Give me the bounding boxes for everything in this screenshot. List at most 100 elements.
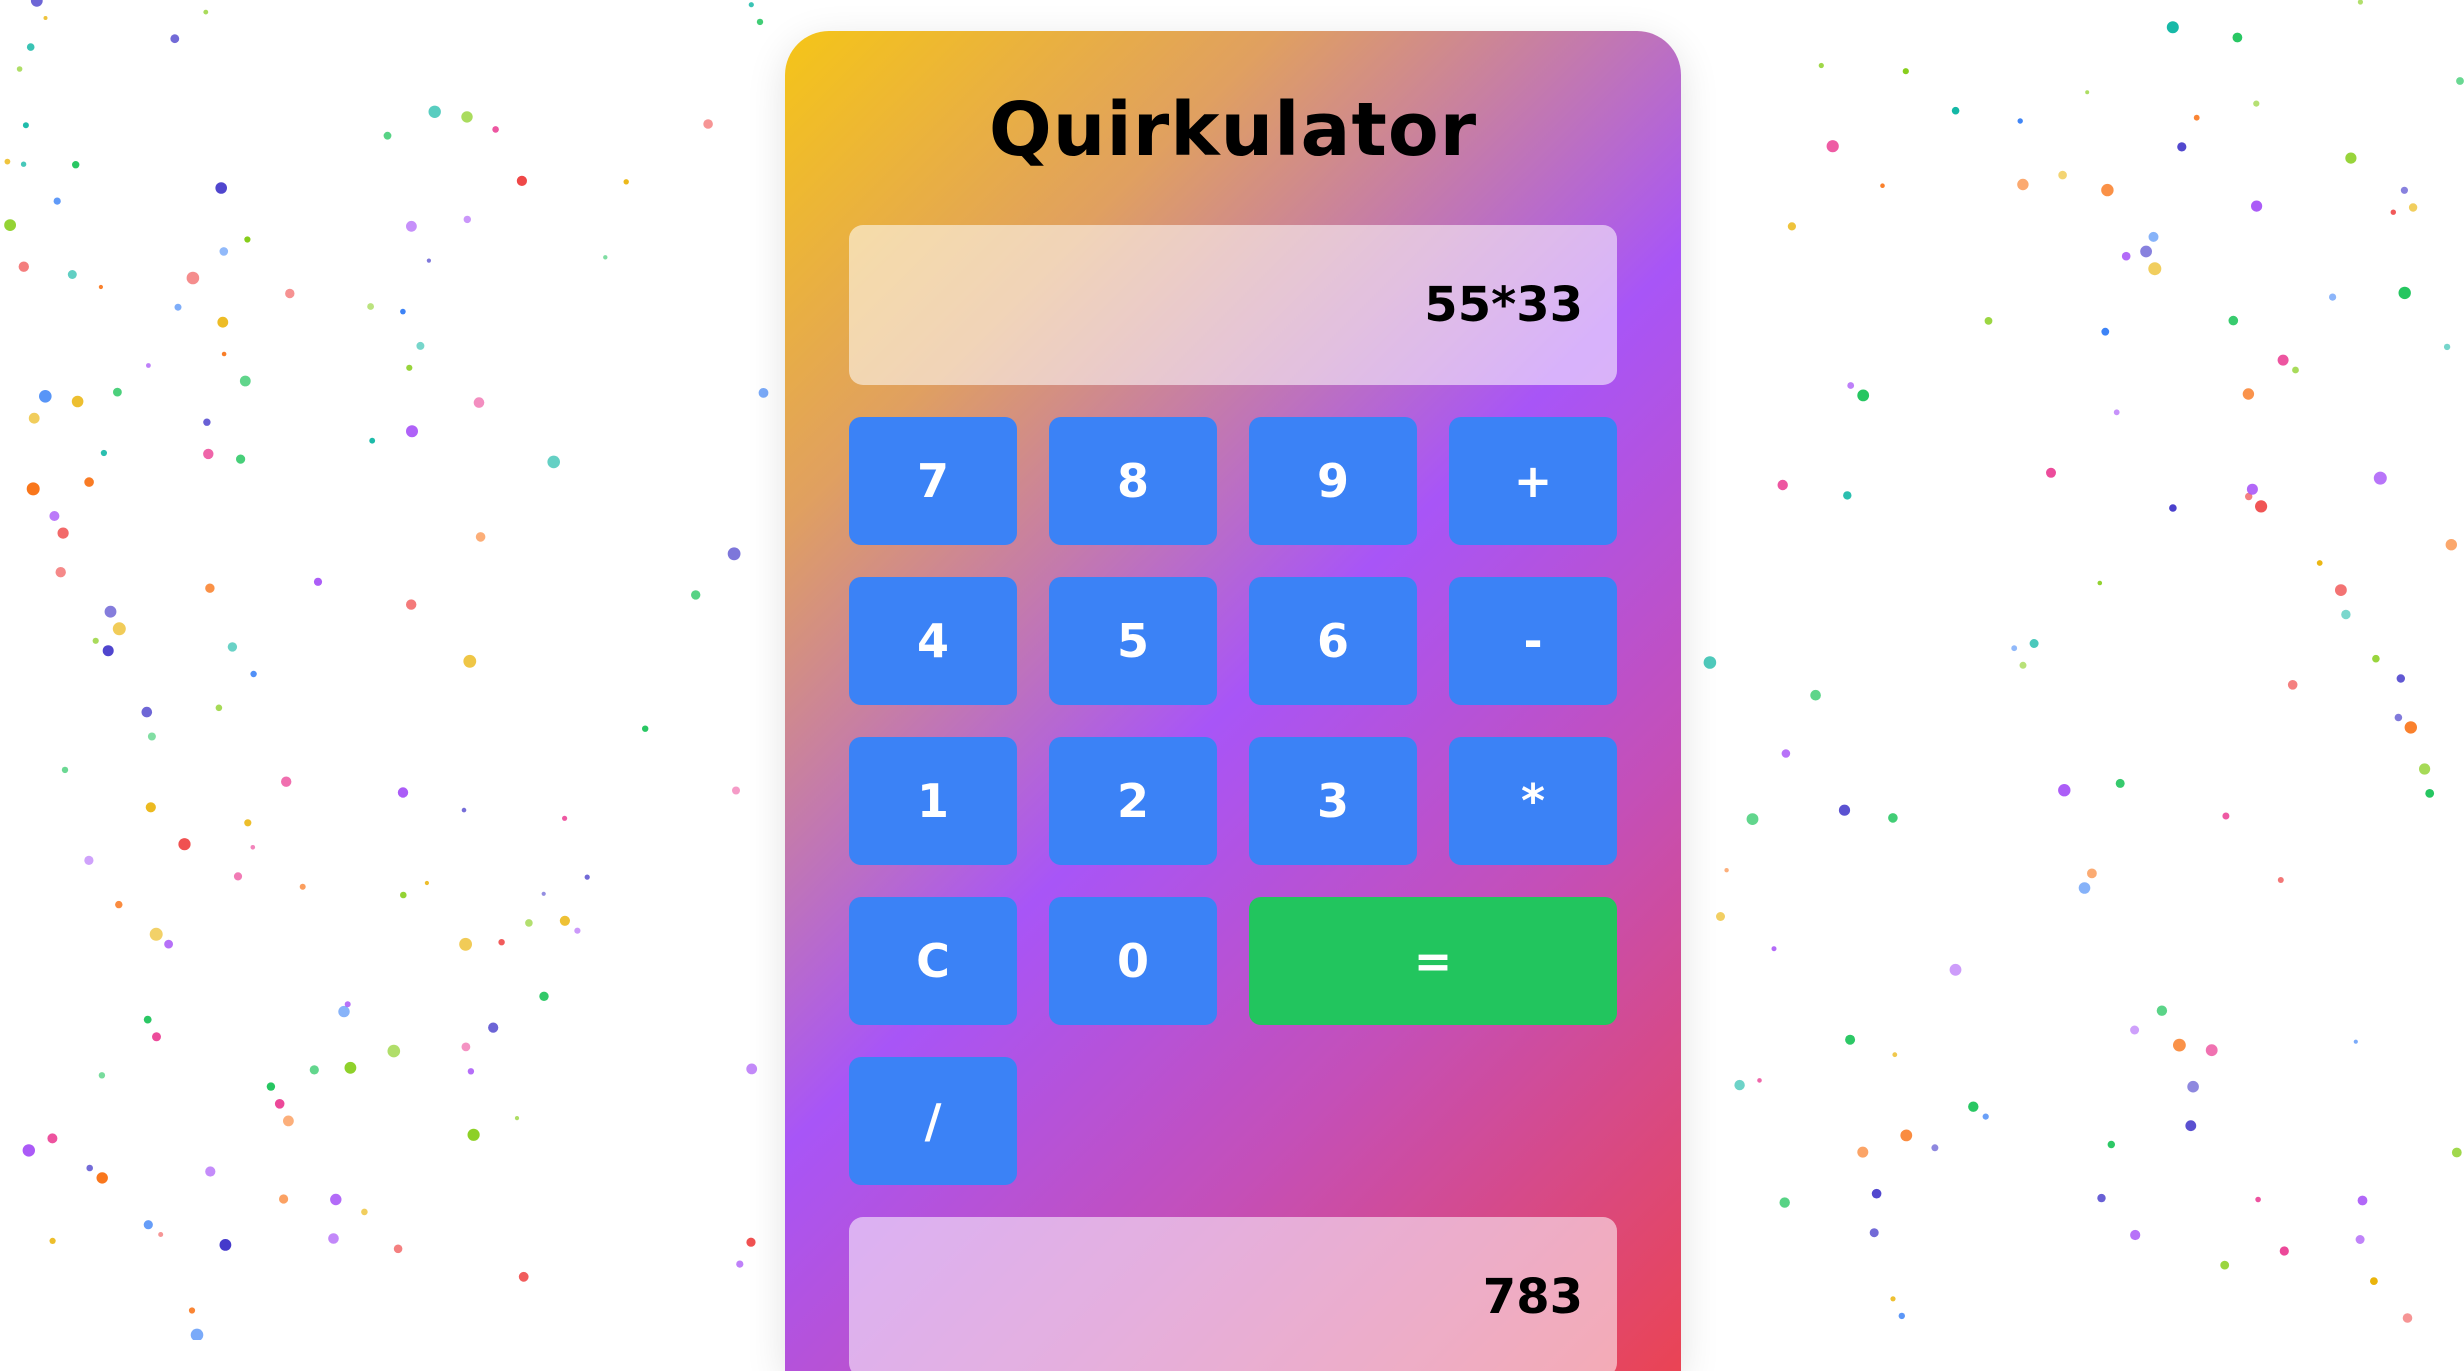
key-2[interactable]: 2 — [1049, 737, 1217, 865]
confetti-dot — [758, 388, 769, 398]
confetti-dot — [250, 670, 257, 678]
confetti-dot — [186, 271, 200, 285]
confetti-dot — [215, 704, 223, 712]
key-4[interactable]: 4 — [849, 577, 1017, 705]
confetti-dot — [424, 880, 429, 886]
confetti-dot — [309, 1065, 319, 1075]
confetti-dot — [16, 66, 23, 72]
key-minus[interactable]: - — [1449, 577, 1617, 705]
confetti-dot — [539, 991, 549, 1001]
key-plus[interactable]: + — [1449, 417, 1617, 545]
key-1[interactable]: 1 — [849, 737, 1017, 865]
confetti-dot — [562, 815, 568, 821]
confetti-dot — [2185, 1120, 2197, 1132]
confetti-dot — [463, 215, 471, 224]
confetti-dot — [203, 418, 211, 426]
confetti-dot — [239, 375, 251, 387]
confetti-dot — [28, 412, 40, 424]
confetti-dot — [1734, 1079, 1745, 1091]
confetti-dot — [2097, 1193, 2106, 1203]
key-0[interactable]: 0 — [1049, 897, 1217, 1025]
confetti-dot — [20, 161, 27, 167]
confetti-dot — [2228, 315, 2239, 326]
confetti-dot — [299, 883, 306, 890]
confetti-dot — [746, 1063, 758, 1075]
confetti-dot — [2115, 778, 2125, 788]
confetti-dot — [473, 397, 485, 408]
key-clear[interactable]: C — [849, 897, 1017, 1025]
key-6[interactable]: 6 — [1249, 577, 1417, 705]
key-equals[interactable]: = — [1249, 897, 1617, 1025]
confetti-dot — [112, 622, 126, 636]
confetti-dot — [1781, 749, 1791, 758]
confetti-dot — [215, 182, 227, 194]
calculator-card: Quirkulator 55*33 7 8 9 + 4 5 6 - 1 2 3 … — [785, 31, 1681, 1371]
confetti-dot — [170, 34, 180, 44]
confetti-dot — [467, 1128, 480, 1141]
confetti-dot — [1968, 1101, 1979, 1112]
confetti-dot — [98, 284, 103, 290]
key-3[interactable]: 3 — [1249, 737, 1417, 865]
confetti-dot — [1716, 912, 1725, 921]
confetti-dot — [104, 605, 117, 618]
confetti-dot — [406, 364, 413, 371]
confetti-dot — [244, 236, 251, 243]
key-7[interactable]: 7 — [849, 417, 1017, 545]
confetti-dot — [2456, 77, 2464, 85]
expression-display: 55*33 — [849, 225, 1617, 385]
confetti-dot — [227, 642, 238, 652]
confetti-dot — [174, 303, 182, 311]
confetti-dot — [2017, 118, 2023, 124]
confetti-dot — [559, 915, 571, 926]
result-text: 783 — [1482, 1269, 1583, 1325]
confetti-dot — [344, 1061, 357, 1074]
key-8[interactable]: 8 — [1049, 417, 1217, 545]
confetti-dot — [516, 175, 528, 186]
confetti-dot — [98, 1072, 106, 1079]
confetti-dot — [2345, 152, 2357, 164]
confetti-dot — [1951, 106, 1960, 115]
confetti-dot — [149, 927, 163, 941]
confetti-dot — [406, 599, 417, 610]
confetti-dot — [141, 706, 153, 718]
confetti-dot — [2396, 674, 2405, 683]
confetti-dot — [39, 390, 52, 403]
confetti-dot — [756, 18, 764, 26]
confetti-dot — [1777, 479, 1788, 491]
confetti-dot — [164, 939, 174, 949]
confetti-dot — [748, 2, 754, 8]
confetti-dot — [2408, 203, 2418, 212]
confetti-dot — [2400, 186, 2408, 194]
confetti-dot — [100, 449, 107, 457]
confetti-dot — [459, 937, 472, 951]
confetti-dot — [584, 874, 590, 880]
confetti-dot — [2253, 100, 2260, 107]
key-5[interactable]: 5 — [1049, 577, 1217, 705]
confetti-dot — [736, 1260, 744, 1268]
confetti-dot — [2166, 21, 2179, 34]
confetti-dot — [2335, 584, 2347, 596]
confetti-dot — [2019, 661, 2027, 669]
confetti-dot — [2029, 639, 2039, 648]
confetti-dot — [1787, 222, 1796, 231]
confetti-dot — [406, 220, 417, 232]
confetti-dot — [2451, 1147, 2462, 1158]
confetti-dot — [2173, 1038, 2186, 1052]
confetti-dot — [1845, 1034, 1856, 1045]
key-9[interactable]: 9 — [1249, 417, 1417, 545]
confetti-dot — [2148, 231, 2159, 242]
key-multiply[interactable]: * — [1449, 737, 1617, 865]
confetti-dot — [285, 288, 295, 299]
confetti-dot — [2130, 1229, 2141, 1241]
confetti-dot — [428, 105, 441, 119]
confetti-dot — [2398, 286, 2411, 300]
confetti-dot — [2292, 366, 2299, 374]
confetti-dot — [71, 395, 84, 408]
confetti-dot — [1898, 1312, 1906, 1320]
confetti-dot — [2246, 483, 2258, 495]
confetti-dot — [367, 303, 374, 310]
key-divide[interactable]: / — [849, 1057, 1017, 1185]
confetti-dot — [4, 219, 16, 232]
confetti-dot — [461, 1042, 471, 1052]
confetti-dot — [387, 1044, 401, 1058]
